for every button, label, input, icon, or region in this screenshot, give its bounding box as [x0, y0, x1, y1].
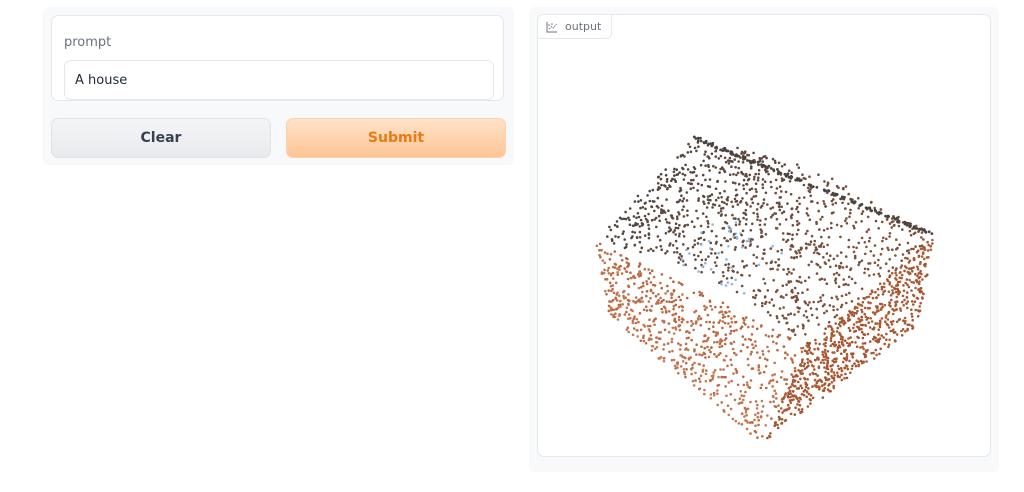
output-block: output	[537, 14, 991, 457]
output-label: output	[565, 20, 602, 33]
submit-button[interactable]: Submit	[286, 118, 506, 158]
prompt-input[interactable]	[64, 60, 494, 100]
prompt-block: prompt	[51, 15, 504, 101]
output-tag: output	[538, 15, 613, 39]
chart-icon	[546, 21, 557, 32]
input-panel: prompt Clear Submit	[43, 7, 514, 165]
output-panel: output	[529, 7, 999, 472]
prompt-label: prompt	[64, 35, 112, 50]
point-cloud-plot[interactable]	[538, 15, 991, 457]
clear-button[interactable]: Clear	[51, 118, 271, 158]
